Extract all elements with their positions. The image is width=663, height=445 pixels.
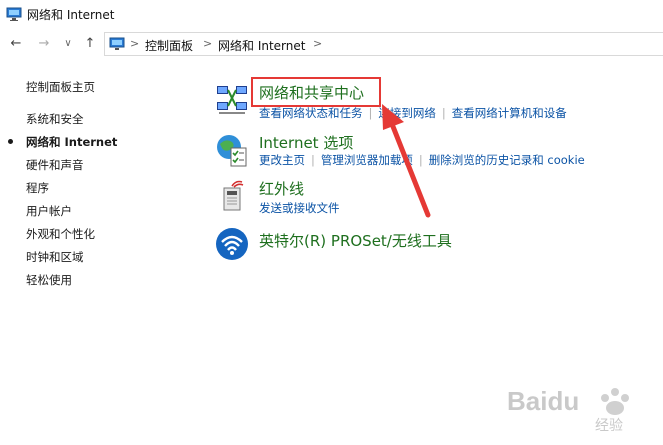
active-item-bullet bbox=[8, 139, 13, 144]
sidebar-item-programs[interactable]: 程序 bbox=[26, 180, 49, 196]
forward-arrow-icon[interactable]: → bbox=[36, 36, 52, 52]
navigation-bar: ← → ∨ ↑ > 控制面板 > 网络和 Internet > bbox=[0, 30, 663, 60]
sidebar-item-network-internet[interactable]: 网络和 Internet bbox=[26, 134, 117, 150]
view-network-computers-link[interactable]: 查看网络计算机和设备 bbox=[452, 106, 567, 120]
control-panel-icon bbox=[109, 37, 125, 50]
baidu-watermark-logo: Baidu 经验 bbox=[507, 386, 629, 434]
category-links: 发送或接收文件 bbox=[259, 200, 340, 216]
category-links: 查看网络状态和任务 | 连接到网络 | 查看网络计算机和设备 bbox=[259, 106, 567, 120]
breadcrumb-item-network-internet[interactable]: 网络和 Internet bbox=[218, 37, 305, 54]
manage-browser-addons-link[interactable]: 管理浏览器加载项 bbox=[321, 153, 413, 167]
sidebar-item-clock-region[interactable]: 时钟和区域 bbox=[26, 249, 84, 265]
internet-options-icon[interactable] bbox=[214, 132, 250, 168]
sidebar-item-control-panel-home[interactable]: 控制面板主页 bbox=[26, 79, 95, 95]
window-title: 网络和 Internet bbox=[27, 8, 115, 22]
network-sharing-center-link[interactable]: 网络和共享中心 bbox=[259, 82, 364, 103]
wireless-icon[interactable] bbox=[214, 226, 250, 262]
breadcrumb-item-control-panel[interactable]: 控制面板 bbox=[145, 37, 193, 54]
breadcrumb-separator[interactable]: > bbox=[313, 37, 322, 50]
internet-options-link[interactable]: Internet 选项 bbox=[259, 132, 353, 153]
control-panel-icon bbox=[6, 7, 22, 21]
recent-locations-chevron-down-icon[interactable]: ∨ bbox=[60, 36, 76, 52]
sidebar-item-appearance[interactable]: 外观和个性化 bbox=[26, 226, 95, 242]
network-sharing-icon[interactable] bbox=[214, 82, 250, 118]
send-receive-files-link[interactable]: 发送或接收文件 bbox=[259, 201, 340, 215]
category-links: 更改主页 | 管理浏览器加载项 | 删除浏览的历史记录和 cookie bbox=[259, 153, 585, 167]
view-network-status-link[interactable]: 查看网络状态和任务 bbox=[259, 106, 363, 120]
up-arrow-icon[interactable]: ↑ bbox=[82, 36, 98, 52]
address-bar[interactable]: > 控制面板 > 网络和 Internet > bbox=[104, 32, 663, 56]
annotation-arrow-icon bbox=[382, 104, 431, 218]
intel-proset-wireless-link[interactable]: 英特尔(R) PROSet/无线工具 bbox=[259, 230, 452, 251]
watermark-sub-text: 经验 bbox=[595, 418, 623, 434]
sidebar-item-ease-of-access[interactable]: 轻松使用 bbox=[26, 272, 72, 288]
breadcrumb-separator[interactable]: > bbox=[130, 37, 139, 50]
sidebar-item-user-accounts[interactable]: 用户帐户 bbox=[26, 203, 72, 219]
infrared-link[interactable]: 红外线 bbox=[259, 178, 304, 199]
sidebar-item-hardware-sound[interactable]: 硬件和声音 bbox=[26, 157, 84, 173]
back-arrow-icon[interactable]: ← bbox=[8, 36, 24, 52]
breadcrumb-separator[interactable]: > bbox=[203, 37, 212, 50]
connect-to-network-link[interactable]: 连接到网络 bbox=[378, 106, 436, 120]
delete-browsing-history-link[interactable]: 删除浏览的历史记录和 cookie bbox=[429, 153, 585, 167]
sidebar-item-system-security[interactable]: 系统和安全 bbox=[26, 111, 84, 127]
change-home-page-link[interactable]: 更改主页 bbox=[259, 153, 305, 167]
infrared-icon[interactable] bbox=[216, 178, 252, 214]
title-bar: 网络和 Internet bbox=[0, 0, 663, 30]
watermark-brand-text: Baidu bbox=[507, 386, 579, 416]
